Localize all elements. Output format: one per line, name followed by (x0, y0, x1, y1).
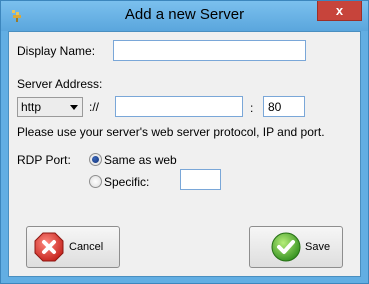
specific-port-input[interactable] (180, 169, 221, 190)
dialog-content: Display Name: Server Address: http :// :… (8, 31, 361, 277)
same-as-web-radio[interactable] (89, 153, 102, 166)
same-as-web-label[interactable]: Same as web (104, 153, 177, 167)
window-title: Add a new Server (124, 6, 245, 23)
cancel-button[interactable]: Cancel (26, 226, 120, 268)
cancel-label: Cancel (69, 241, 104, 253)
address-hint: Please use your server's web server prot… (17, 125, 325, 139)
host-input[interactable] (115, 96, 243, 117)
dialog-window: Add a new Server x Display Name: Server … (0, 0, 369, 284)
protocol-value: http (21, 100, 42, 114)
display-name-label: Display Name: (17, 44, 96, 58)
checkmark-icon (271, 232, 301, 262)
protocol-select[interactable]: http (17, 97, 83, 117)
close-button[interactable]: x (317, 1, 362, 21)
rdp-port-label: RDP Port: (17, 153, 71, 167)
close-icon: x (335, 3, 344, 18)
cancel-icon (34, 232, 64, 262)
server-address-label: Server Address: (17, 77, 103, 91)
port-input[interactable] (263, 96, 305, 117)
title-bar[interactable]: Add a new Server x (1, 1, 368, 31)
protocol-separator: :// (89, 100, 100, 114)
save-button[interactable]: Save (249, 226, 343, 268)
chevron-down-icon (70, 105, 78, 110)
display-name-input[interactable] (113, 40, 306, 61)
save-label: Save (305, 241, 331, 253)
port-separator: : (250, 101, 254, 115)
specific-port-label[interactable]: Specific: (104, 175, 149, 189)
specific-port-radio[interactable] (89, 175, 102, 188)
